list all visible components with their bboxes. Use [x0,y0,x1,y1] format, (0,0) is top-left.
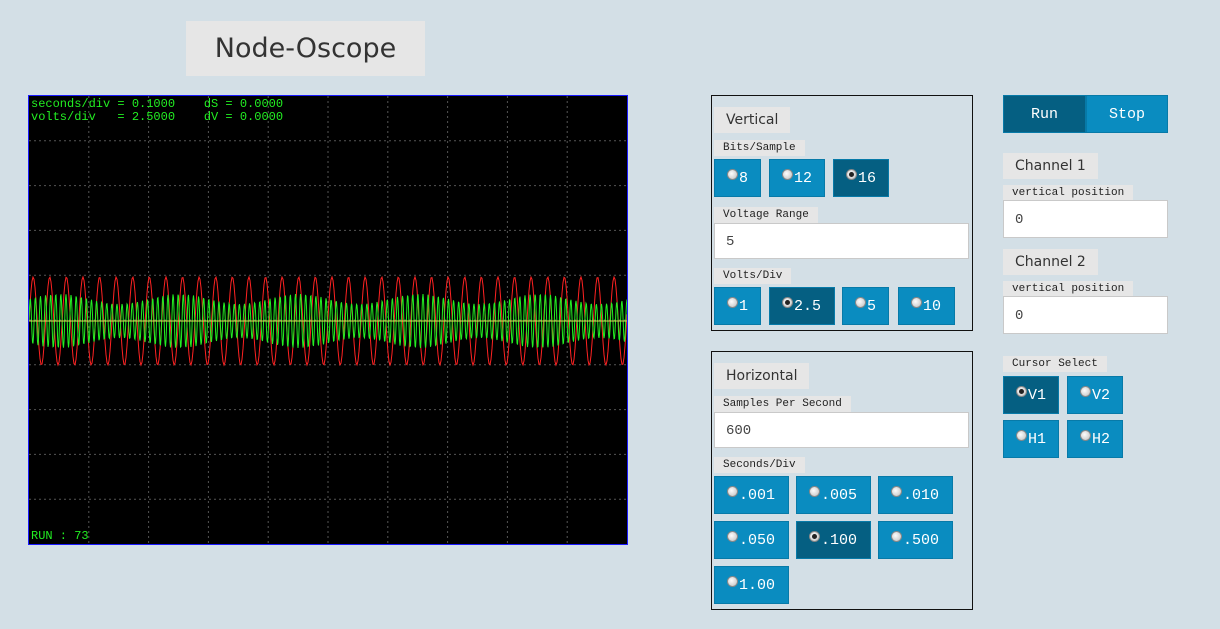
vertical-title: Vertical [714,107,791,133]
seconds-div-option-001[interactable]: .001 [714,476,789,514]
channel1-position-input[interactable]: 0 [1003,200,1168,238]
seconds-div-option-050[interactable]: .050 [714,521,789,559]
radio-icon [809,485,820,497]
radio-icon [891,485,902,497]
seconds-div-label: Seconds/Div [714,457,805,473]
run-status: RUN : 73 [31,529,89,543]
oscilloscope-display: seconds/div = 0.1000 dS = 0.0000 volts/d… [28,95,628,545]
radio-icon [727,296,738,308]
cursor-option-v2[interactable]: V2 [1067,376,1123,414]
seconds-div-option-500[interactable]: .500 [878,521,953,559]
radio-icon [855,296,866,308]
cursor-option-h1[interactable]: H1 [1003,420,1059,458]
stop-button[interactable]: Stop [1086,95,1168,133]
radio-icon [1080,429,1091,441]
horizontal-title: Horizontal [714,363,810,389]
cursor-option-h2[interactable]: H2 [1067,420,1123,458]
samples-per-second-label: Samples Per Second [714,396,851,412]
samples-per-second-input[interactable]: 600 [714,412,969,448]
voltage-range-input[interactable]: 5 [714,223,969,259]
radio-icon [727,485,738,497]
bits-option-8[interactable]: 8 [714,159,761,197]
radio-icon [1016,385,1027,397]
radio-icon [782,296,793,308]
vertical-panel: Vertical Bits/Sample 8 12 16 Voltage Ran… [711,95,973,331]
app-title: Node-Oscope [186,21,425,76]
readout-line-2: volts/div = 2.5000 dV = 0.0000 [31,110,284,124]
radio-icon [1080,385,1091,397]
horizontal-panel: Horizontal Samples Per Second 600 Second… [711,351,973,610]
voltage-range-label: Voltage Range [714,207,818,223]
channel1-position-label: vertical position [1003,185,1134,201]
channel2-title: Channel 2 [1003,249,1098,275]
radio-icon [1016,429,1027,441]
run-button[interactable]: Run [1003,95,1086,133]
seconds-div-option-100[interactable]: .100 [796,521,871,559]
cursor-select-label: Cursor Select [1003,356,1107,372]
volts-div-option-1[interactable]: 1 [714,287,761,325]
radio-icon [809,530,820,542]
radio-icon [727,575,738,587]
volts-div-label: Volts/Div [714,268,792,284]
channel2-position-input[interactable]: 0 [1003,296,1168,334]
radio-icon [891,530,902,542]
seconds-div-option-1-00[interactable]: 1.00 [714,566,789,604]
seconds-div-option-005[interactable]: .005 [796,476,871,514]
channel2-position-label: vertical position [1003,281,1134,297]
radio-icon [782,168,793,180]
seconds-div-option-010[interactable]: .010 [878,476,953,514]
scope-canvas [29,96,627,544]
radio-icon [727,530,738,542]
channel1-title: Channel 1 [1003,153,1098,179]
volts-div-option-5[interactable]: 5 [842,287,889,325]
bits-sample-label: Bits/Sample [714,140,805,156]
radio-icon [727,168,738,180]
bits-option-12[interactable]: 12 [769,159,825,197]
radio-icon [911,296,922,308]
volts-div-option-2-5[interactable]: 2.5 [769,287,835,325]
volts-div-option-10[interactable]: 10 [898,287,955,325]
radio-icon [846,168,857,180]
cursor-option-v1[interactable]: V1 [1003,376,1059,414]
bits-option-16[interactable]: 16 [833,159,889,197]
